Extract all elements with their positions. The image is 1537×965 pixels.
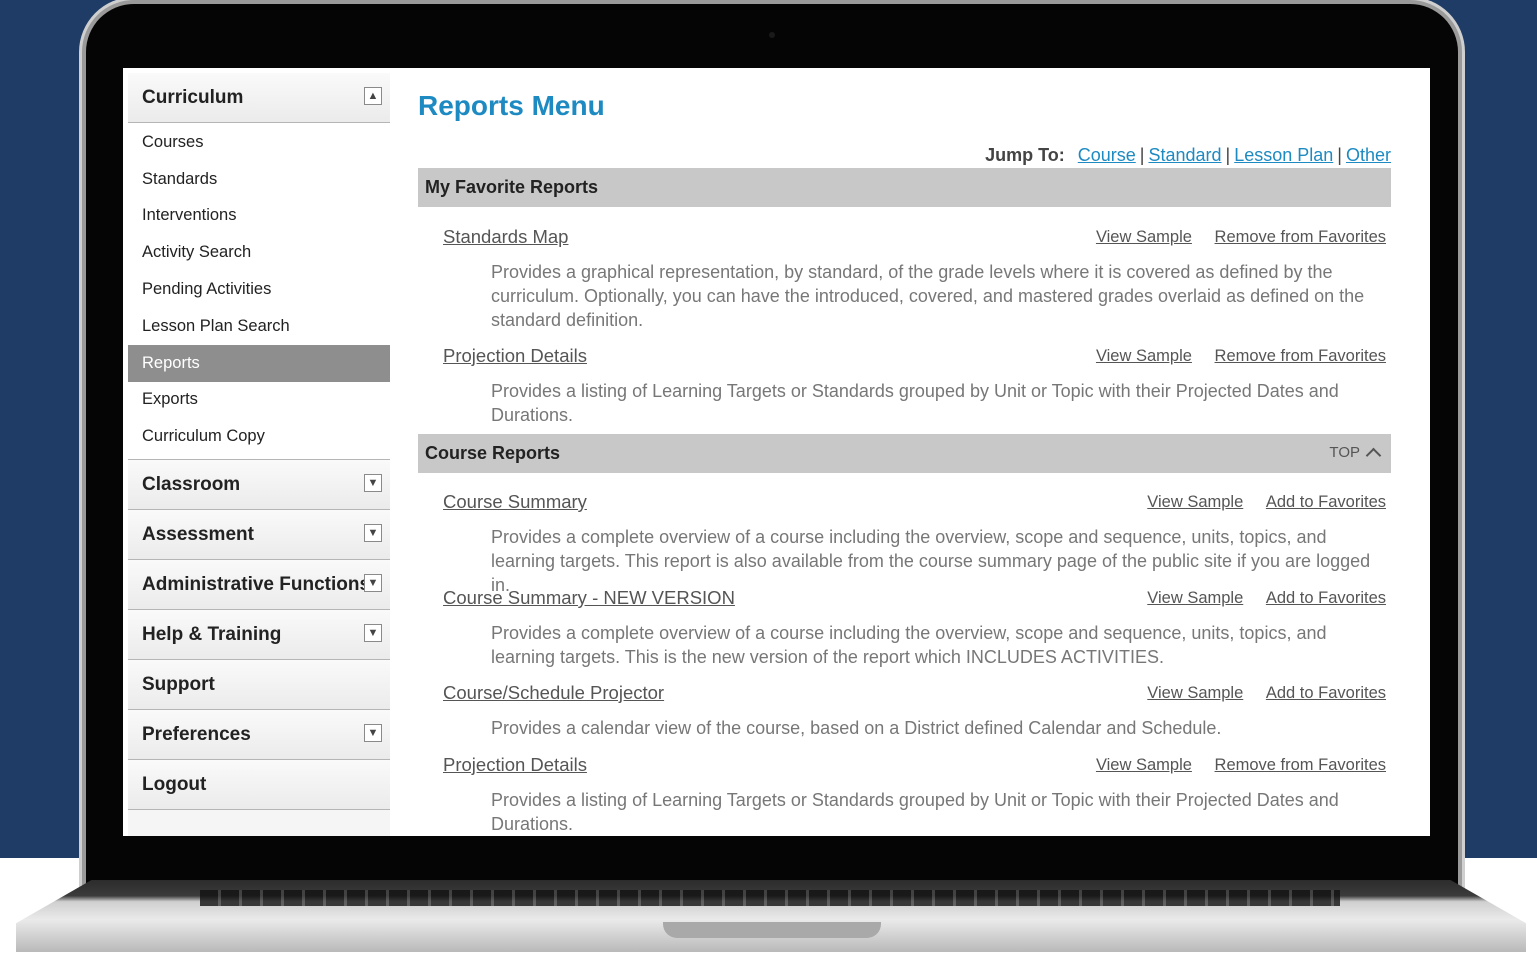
- report-item: Standards Map View Sample Remove from Fa…: [443, 226, 1386, 332]
- section-title: My Favorite Reports: [425, 177, 599, 197]
- jump-link-lesson-plan[interactable]: Lesson Plan: [1234, 145, 1333, 165]
- expand-down-icon[interactable]: ▼: [364, 624, 382, 643]
- favorite-toggle-link[interactable]: Add to Favorites: [1266, 493, 1386, 511]
- page-title: Reports Menu: [418, 90, 605, 121]
- screen: Curriculum ▲ Courses Standards Intervent…: [123, 68, 1430, 836]
- sidebar-section-logout[interactable]: Logout: [128, 760, 390, 811]
- expand-down-icon[interactable]: ▼: [364, 574, 382, 593]
- sidebar-section-preferences[interactable]: Preferences ▼: [128, 710, 390, 761]
- report-description: Provides a calendar view of the course, …: [491, 718, 1222, 738]
- curriculum-submenu: Courses Standards Interventions Activity…: [128, 123, 390, 461]
- report-item: Course Summary View Sample Add to Favori…: [443, 491, 1386, 597]
- expand-down-icon[interactable]: ▼: [364, 724, 382, 743]
- collapse-up-icon[interactable]: ▲: [364, 87, 382, 105]
- sidebar-section-curriculum[interactable]: Curriculum ▲: [128, 73, 390, 123]
- sidebar-section-label: Help & Training: [142, 623, 282, 645]
- report-title-link[interactable]: Projection Details: [443, 345, 587, 366]
- back-to-top-button[interactable]: TOP: [1329, 444, 1382, 463]
- favorite-toggle-link[interactable]: Add to Favorites: [1266, 684, 1386, 702]
- view-sample-link[interactable]: View Sample: [1096, 756, 1192, 774]
- favorite-toggle-link[interactable]: Remove from Favorites: [1215, 756, 1386, 774]
- jump-link-other[interactable]: Other: [1346, 145, 1391, 165]
- section-title: Course Reports: [425, 443, 561, 463]
- report-item: Course Summary - NEW VERSION View Sample…: [443, 587, 1386, 669]
- jump-to-nav: Jump To: Course | Standard | Lesson Plan | Oth…: [985, 145, 1391, 165]
- favorite-toggle-link[interactable]: Remove from Favorites: [1215, 347, 1386, 365]
- report-description: Provides a graphical representation, by …: [491, 262, 1365, 330]
- sidebar-item-pending-activities[interactable]: Pending Activities: [128, 271, 390, 308]
- expand-down-icon[interactable]: ▼: [364, 524, 382, 543]
- sidebar-section-label: Assessment: [142, 523, 254, 545]
- jump-link-course[interactable]: Course: [1078, 145, 1136, 165]
- jump-to-label: Jump To:: [985, 145, 1065, 165]
- sidebar-item-activity-search[interactable]: Activity Search: [128, 234, 390, 271]
- main-content: Reports Menu Jump To: Course | Standard | Le…: [418, 68, 1391, 836]
- sidebar-item-courses[interactable]: Courses: [128, 124, 390, 161]
- sidebar-section-label: Logout: [142, 773, 207, 795]
- report-description: Provides a complete overview of a course…: [491, 623, 1327, 667]
- sidebar-item-exports[interactable]: Exports: [128, 382, 390, 419]
- course-reports-section-header: Course Reports TOP: [418, 434, 1391, 473]
- sidebar-item-standards[interactable]: Standards: [128, 161, 390, 198]
- sidebar-section-label: Administrative Functions: [142, 573, 371, 595]
- report-title-link[interactable]: Projection Details: [443, 754, 587, 775]
- sidebar-item-reports[interactable]: Reports: [128, 344, 390, 382]
- view-sample-link[interactable]: View Sample: [1096, 347, 1192, 365]
- sidebar-section-label: Classroom: [142, 473, 241, 495]
- sidebar-section-label: Preferences: [142, 723, 251, 745]
- sidebar-section-label: Support: [142, 673, 215, 695]
- sidebar-section-help-training[interactable]: Help & Training ▼: [128, 610, 390, 661]
- favorite-toggle-link[interactable]: Remove from Favorites: [1215, 228, 1386, 246]
- report-title-link[interactable]: Course/Schedule Projector: [443, 682, 664, 703]
- sidebar-section-label: Curriculum: [142, 86, 244, 108]
- sidebar-section-administrative-functions[interactable]: Administrative Functions ▼: [128, 560, 390, 611]
- expand-down-icon[interactable]: ▼: [364, 474, 382, 493]
- favorites-section-header: My Favorite Reports: [418, 168, 1391, 207]
- favorite-toggle-link[interactable]: Add to Favorites: [1266, 589, 1386, 607]
- view-sample-link[interactable]: View Sample: [1096, 228, 1192, 246]
- report-description: Provides a listing of Learning Targets o…: [491, 790, 1339, 834]
- report-description: Provides a listing of Learning Targets o…: [491, 381, 1339, 425]
- report-title-link[interactable]: Course Summary - NEW VERSION: [443, 587, 735, 608]
- view-sample-link[interactable]: View Sample: [1147, 589, 1243, 607]
- report-item: Projection Details View Sample Remove fr…: [443, 345, 1386, 427]
- camera-icon: [769, 32, 775, 38]
- report-item: Course/Schedule Projector View Sample Ad…: [443, 682, 1386, 740]
- chevron-up-icon: [1365, 447, 1382, 463]
- sidebar-item-curriculum-copy[interactable]: Curriculum Copy: [128, 418, 390, 455]
- report-title-link[interactable]: Standards Map: [443, 226, 568, 247]
- sidebar-section-assessment[interactable]: Assessment ▼: [128, 510, 390, 561]
- top-label: TOP: [1329, 444, 1360, 461]
- report-item: Projection Details View Sample Remove fr…: [443, 754, 1386, 836]
- laptop-keyboard: [200, 890, 1340, 906]
- view-sample-link[interactable]: View Sample: [1147, 684, 1243, 702]
- sidebar: Curriculum ▲ Courses Standards Intervent…: [128, 73, 390, 836]
- sidebar-section-classroom[interactable]: Classroom ▼: [128, 460, 390, 511]
- sidebar-section-support[interactable]: Support: [128, 660, 390, 711]
- sidebar-item-lesson-plan-search[interactable]: Lesson Plan Search: [128, 308, 390, 345]
- view-sample-link[interactable]: View Sample: [1147, 493, 1243, 511]
- jump-link-standard[interactable]: Standard: [1148, 145, 1221, 165]
- report-title-link[interactable]: Course Summary: [443, 491, 587, 512]
- laptop-notch: [663, 922, 881, 938]
- sidebar-item-interventions[interactable]: Interventions: [128, 198, 390, 235]
